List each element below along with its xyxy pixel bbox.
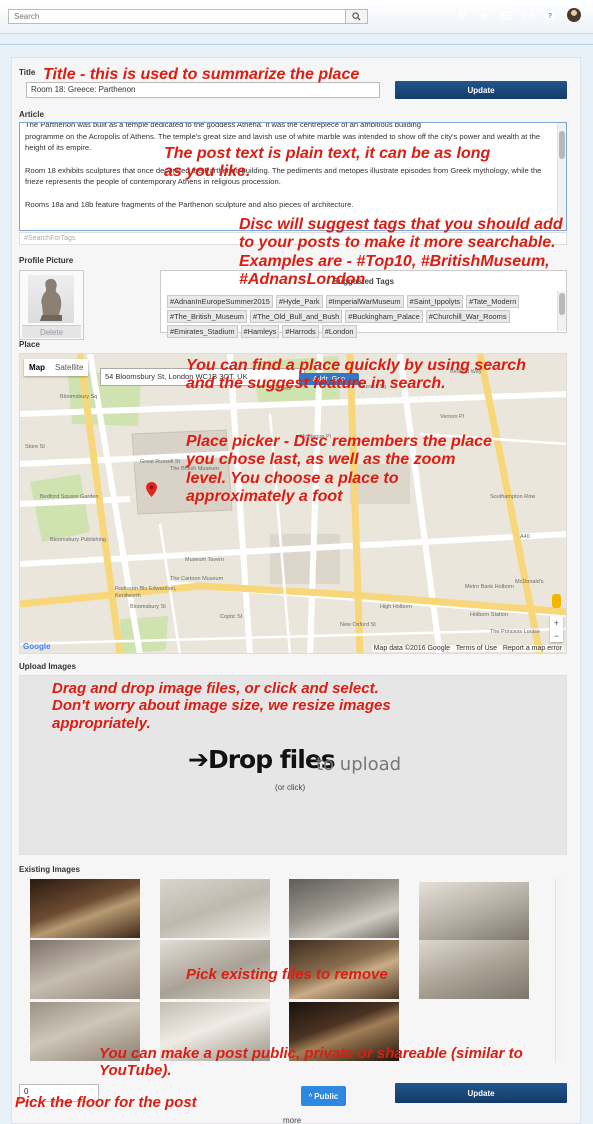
avatar[interactable] [567,8,581,22]
images-scrollbar[interactable] [555,879,565,1063]
annotation-tags: Disc will suggest tags that you should a… [239,216,563,289]
map-label: Museum Tavern [185,557,225,563]
google-logo: Google [23,642,51,651]
map-label: Great Russell St [140,459,181,465]
map-label: High Holborn [380,604,413,610]
update-button-bottom[interactable]: Update [395,1083,567,1103]
divider [0,44,593,45]
article-label: Article [19,110,44,119]
list-icon[interactable] [501,8,511,22]
suggested-tag[interactable]: #ImperialWarMuseum [325,295,404,308]
suggested-tag[interactable]: #Tate_Modern [466,295,520,308]
svg-text:?: ? [548,13,552,20]
report-link[interactable]: Report a map error [503,645,562,652]
map-label: Vernon Pl [440,414,464,420]
zoom-control: + − [550,616,563,642]
visibility-button[interactable]: ˄ Public [301,1086,346,1106]
annotation-existing: Pick existing files to remove [186,966,388,983]
search-icon [352,12,361,21]
add-icon[interactable] [479,8,489,22]
existing-image[interactable] [160,879,270,938]
profile-image [28,275,74,323]
map-label: Bloomsbury Publishing [50,537,106,543]
article-scrollbar[interactable] [557,123,566,230]
suggested-tag[interactable]: #Hyde_Park [275,295,323,308]
search-input[interactable] [8,9,346,24]
annotation-visibility: You can make a post public, private or s… [99,1045,523,1080]
suggested-tags-list: #AdnanInEuropeSummer2015 #Hyde_Park #Imper… [167,295,552,338]
logout-icon[interactable] [523,8,533,22]
drop-hint: (or click) [275,783,306,792]
map-label: Radisson Blu Edwardian, Kenilworth [115,586,177,599]
map-label: Metro Bank Holborn [465,584,514,590]
arrow-icon: ➔ [188,745,209,774]
map-footer: Map data ©2016 Google Terms of Use Repor… [371,645,564,652]
map-label: Bedford Square Garden [40,494,99,500]
update-button-top[interactable]: Update [395,81,567,99]
more-link[interactable]: more [283,1116,301,1124]
annotation-article: The post text is plain text, it can be a… [164,145,491,181]
map-label: Holborn Station [470,612,508,618]
title-field[interactable]: Room 18: Greece: Parthenon [26,82,380,98]
profile-picture[interactable]: Delete [19,270,84,340]
map-label: Bloomsbury St [130,604,166,610]
article-paragraph-3: Rooms 18a and 18b feature fragments of t… [25,199,354,209]
suggested-tag[interactable]: #Saint_Ippolyts [406,295,464,308]
suggested-tag[interactable]: #AdnanInEuropeSummer2015 [167,295,273,308]
map-label: New Oxford St [340,622,376,628]
profile-label: Profile Picture [19,256,74,265]
suggested-tag[interactable]: #Churchill_War_Rooms [425,310,510,323]
suggested-tag[interactable]: #Emirates_Stadium [167,325,238,338]
suggested-tag[interactable]: #London [321,325,357,338]
drop-main-text: ➔Drop files [188,745,336,774]
map-label: Coptic St [220,614,243,620]
annotation-search: You can find a place quickly by using se… [186,357,526,393]
suggested-tag[interactable]: #Buckingham_Palace [345,310,423,323]
chevron-up-icon: ˄ [308,1093,313,1099]
map-type-control: Map Satellite [24,359,89,376]
terms-link[interactable]: Terms of Use [456,645,497,652]
existing-image[interactable] [30,879,140,938]
drop-sub-text: to upload [316,754,402,775]
annotation-picker: Place picker - Disc remembers the place … [186,433,492,506]
settings-icon[interactable] [457,8,467,22]
suggested-tag[interactable]: #The_Old_Bull_and_Bush [249,310,343,323]
existing-image[interactable] [30,940,140,999]
map-pin-icon[interactable] [146,482,157,497]
map-type-map[interactable]: Map [24,359,50,376]
map-label: Bloomsbury Sq [60,394,98,400]
tags-scrollbar[interactable] [557,291,566,331]
map-label: A40 [520,534,530,540]
suggested-tag[interactable]: #Hamleys [240,325,280,338]
search-button[interactable] [346,9,368,24]
existing-label: Existing Images [19,865,80,874]
map-type-satellite[interactable]: Satellite [50,359,88,376]
title-label: Title [19,68,36,77]
annotation-floor: Pick the floor for the post [15,1094,197,1111]
help-icon[interactable]: ? [545,8,555,22]
annotation-title: Title - this is used to summarize the pl… [43,66,360,83]
map-label: The Cartoon Museum [170,576,224,582]
annotation-upload: Drag and drop image files, or click and … [52,680,391,732]
suggested-tag[interactable]: #Harrods [282,325,319,338]
map-label: McDonald's [515,579,544,585]
existing-image[interactable] [419,882,529,941]
zoom-out-icon[interactable]: − [554,631,559,641]
article-cut-line: The Parthenon was built as a temple dedi… [25,122,421,129]
profile-delete-button[interactable]: Delete [22,325,81,338]
suggested-tag[interactable]: #The_British_Museum [167,310,247,323]
map-data-text: Map data ©2016 Google [373,645,451,652]
upload-label: Upload Images [19,662,76,671]
street-view-icon[interactable] [552,594,561,608]
map-label: The Princess Louise [490,629,540,635]
existing-image[interactable] [289,879,399,938]
map-label: Store St [25,444,45,450]
map-label: Southampton Row [490,494,536,500]
zoom-in-icon[interactable]: + [554,618,559,628]
place-label: Place [19,340,40,349]
top-bar: ? [0,0,593,34]
